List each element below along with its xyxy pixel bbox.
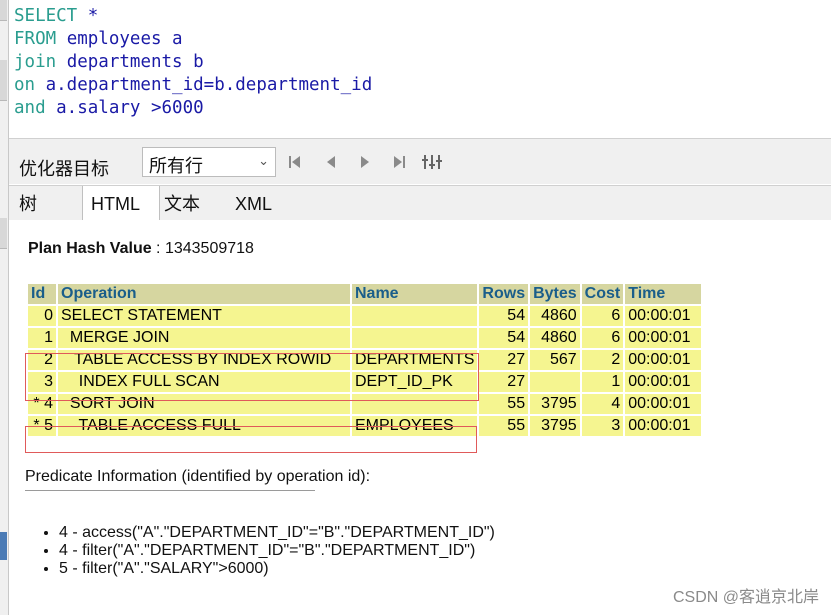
cell-time: 00:00:01 xyxy=(625,306,702,326)
gutter-marker xyxy=(0,60,7,101)
cell-name xyxy=(352,306,478,326)
prev-icon[interactable] xyxy=(322,153,340,171)
cell-rows: 55 xyxy=(479,416,529,436)
column-header: Cost xyxy=(581,284,624,304)
list-item: 4 - access("A"."DEPARTMENT_ID"="B"."DEPA… xyxy=(59,524,495,542)
code-line: and a.salary >6000 xyxy=(14,98,204,118)
cell-bytes xyxy=(530,372,580,392)
cell-time: 00:00:01 xyxy=(625,328,702,348)
cell-operation: MERGE JOIN xyxy=(58,328,350,348)
column-header: Bytes xyxy=(530,284,580,304)
code-line: join departments b xyxy=(14,52,204,72)
cell-rows: 27 xyxy=(479,350,529,370)
gutter-marker xyxy=(0,0,7,21)
gutter-marker xyxy=(0,218,7,249)
gutter-selection xyxy=(0,532,7,560)
cell-name xyxy=(352,328,478,348)
column-header: Time xyxy=(625,284,702,304)
cell-id: 0 xyxy=(28,306,56,326)
tab-text[interactable]: 文本 xyxy=(156,186,208,220)
list-item: 4 - filter("A"."DEPARTMENT_ID"="B"."DEPA… xyxy=(59,542,495,560)
tab-html[interactable]: HTML xyxy=(82,186,160,221)
cell-cost: 4 xyxy=(581,394,624,414)
highlight-box xyxy=(25,426,477,453)
cell-time: 00:00:01 xyxy=(625,350,702,370)
cell-bytes: 3795 xyxy=(530,394,580,414)
predicate-list: 4 - access("A"."DEPARTMENT_ID"="B"."DEPA… xyxy=(35,524,495,578)
plan-hash: Plan Hash Value : 1343509718 xyxy=(28,240,254,257)
column-header: Id xyxy=(28,284,56,304)
cell-id: 1 xyxy=(28,328,56,348)
highlight-box xyxy=(25,353,479,401)
chevron-down-icon: ⌄ xyxy=(258,153,269,168)
cell-bytes: 3795 xyxy=(530,416,580,436)
list-item: 5 - filter("A"."SALARY">6000) xyxy=(59,560,495,578)
result-tabs: 树 HTML 文本 XML xyxy=(9,185,831,221)
cell-time: 00:00:01 xyxy=(625,372,702,392)
optimizer-goal-value: 所有行 xyxy=(149,156,203,176)
next-icon[interactable] xyxy=(356,153,374,171)
cell-cost: 6 xyxy=(581,328,624,348)
cell-bytes: 567 xyxy=(530,350,580,370)
left-gutter xyxy=(0,0,9,615)
cell-cost: 3 xyxy=(581,416,624,436)
code-line: on a.department_id=b.department_id xyxy=(14,75,373,95)
cell-bytes: 4860 xyxy=(530,306,580,326)
cell-rows: 54 xyxy=(479,328,529,348)
cell-rows: 54 xyxy=(479,306,529,326)
cell-time: 00:00:01 xyxy=(625,416,702,436)
plan-html-view: Plan Hash Value : 1343509718 Id Operatio… xyxy=(9,220,831,615)
columns-icon[interactable] xyxy=(422,153,444,171)
code-line: SELECT * xyxy=(14,6,99,26)
cell-rows: 55 xyxy=(479,394,529,414)
tab-tree[interactable]: 树 xyxy=(11,186,45,220)
cell-bytes: 4860 xyxy=(530,328,580,348)
sql-editor[interactable]: SELECT * FROM employees a join departmen… xyxy=(9,0,831,139)
cell-cost: 1 xyxy=(581,372,624,392)
first-icon[interactable] xyxy=(286,153,304,171)
last-icon[interactable] xyxy=(390,153,408,171)
table-row: 0 SELECT STATEMENT 54 4860 6 00:00:01 xyxy=(28,306,702,326)
divider xyxy=(25,490,315,491)
cell-cost: 2 xyxy=(581,350,624,370)
watermark: CSDN @客逍京北岸 xyxy=(672,589,819,606)
table-row: 1 MERGE JOIN 54 4860 6 00:00:01 xyxy=(28,328,702,348)
optimizer-goal-select[interactable]: 所有行 ⌄ xyxy=(142,147,276,177)
code-line: FROM employees a xyxy=(14,29,183,49)
column-header: Rows xyxy=(479,284,529,304)
plan-toolbar: 优化器目标 所有行 ⌄ xyxy=(9,139,831,184)
column-header: Name xyxy=(352,284,478,304)
cell-rows: 27 xyxy=(479,372,529,392)
tab-xml[interactable]: XML xyxy=(227,186,280,220)
table-header-row: Id Operation Name Rows Bytes Cost Time xyxy=(28,284,702,304)
column-header: Operation xyxy=(58,284,350,304)
cell-cost: 6 xyxy=(581,306,624,326)
predicate-title: Predicate Information (identified by ope… xyxy=(25,468,371,485)
cell-operation: SELECT STATEMENT xyxy=(58,306,350,326)
cell-time: 00:00:01 xyxy=(625,394,702,414)
optimizer-goal-label: 优化器目标 xyxy=(19,159,109,179)
